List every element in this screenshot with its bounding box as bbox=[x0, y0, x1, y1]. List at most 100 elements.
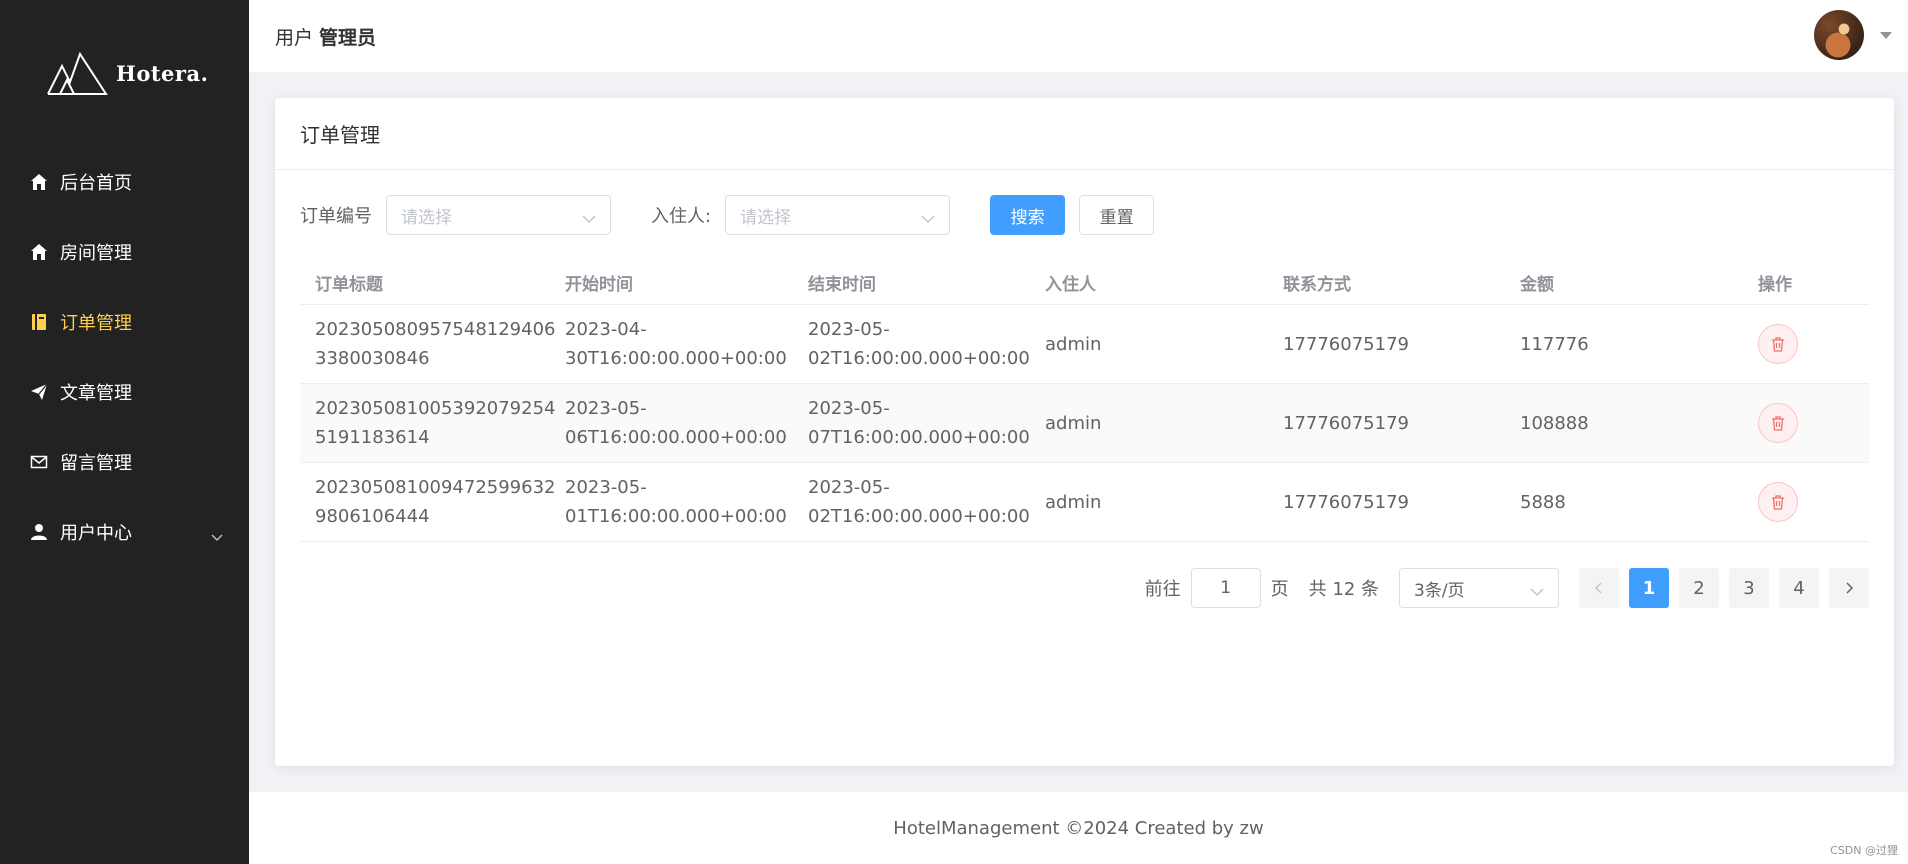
role-prefix: 用户 bbox=[275, 26, 314, 49]
table-row: 202305081005392079254 5191183614 2023-05-… bbox=[300, 384, 1869, 463]
column-header[interactable]: 订单标题 bbox=[300, 270, 550, 295]
chevron-down-icon bbox=[582, 209, 596, 229]
avatar[interactable] bbox=[1814, 10, 1864, 60]
phone-cell: 17776075179 bbox=[1283, 412, 1409, 434]
end-time-cell: 2023-05- 07T16:00:00.000+00:00 bbox=[793, 394, 1030, 452]
mail-icon bbox=[29, 452, 49, 472]
next-page-button[interactable] bbox=[1829, 568, 1869, 608]
table-row: 202305080957548129406 3380030846 2023-04-… bbox=[300, 305, 1869, 384]
start-time-line: 06T16:00:00.000+00:00 bbox=[565, 427, 787, 448]
page-button-2[interactable]: 2 bbox=[1679, 568, 1719, 608]
role-name: 管理员 bbox=[319, 26, 377, 49]
pagination: 前往 1 页 共 12 条 3条/页 1 2 3 4 bbox=[1145, 568, 1869, 608]
chevron-down-icon bbox=[1530, 582, 1544, 602]
actions-cell bbox=[1743, 324, 1869, 364]
orders-table: 订单标题 开始时间 结束时间 入住人 联系方式 金额 操作 2023050809… bbox=[300, 260, 1869, 542]
column-header[interactable]: 开始时间 bbox=[550, 270, 793, 295]
chevron-right-icon bbox=[1846, 582, 1853, 594]
chevron-down-icon bbox=[211, 526, 223, 547]
order-title-line: 5191183614 bbox=[315, 427, 430, 448]
start-time-cell: 2023-05- 06T16:00:00.000+00:00 bbox=[550, 394, 793, 452]
sidebar: Hotera. 后台首页 房间管理 订单管理 文章管理 留言管理 用户中心 bbox=[0, 0, 249, 864]
page-jump-input[interactable]: 1 bbox=[1190, 568, 1261, 608]
caret-down-icon[interactable] bbox=[1880, 32, 1892, 39]
end-time-line: 2023-05- bbox=[808, 398, 890, 419]
order-title-cell: 202305081005392079254 5191183614 bbox=[300, 394, 556, 452]
sidebar-item-messages[interactable]: 留言管理 bbox=[0, 427, 249, 497]
order-no-placeholder: 请选择 bbox=[401, 207, 452, 228]
end-time-line: 2023-05- bbox=[808, 477, 890, 498]
watermark: CSDN @过狸 bbox=[1830, 844, 1898, 857]
orders-card: 订单管理 订单编号 请选择 入住人: 请选择 搜索 重置 订单标题 开始时间 结… bbox=[275, 98, 1894, 766]
guest-select[interactable]: 请选择 bbox=[725, 195, 951, 235]
prev-page-button[interactable] bbox=[1579, 568, 1619, 608]
brand-name: Hotera. bbox=[116, 60, 209, 86]
reset-button[interactable]: 重置 bbox=[1079, 195, 1155, 235]
page-size-value: 3条/页 bbox=[1414, 580, 1465, 601]
start-time-line: 2023-05- bbox=[565, 398, 647, 419]
sidebar-item-user-center[interactable]: 用户中心 bbox=[0, 497, 249, 567]
home-icon bbox=[29, 172, 49, 192]
top-header: 用户 管理员 bbox=[249, 0, 1908, 72]
guest-label: 入住人: bbox=[651, 206, 712, 227]
guest-cell: admin bbox=[1045, 333, 1102, 355]
page-button-3[interactable]: 3 bbox=[1729, 568, 1769, 608]
delete-button[interactable] bbox=[1758, 403, 1798, 443]
search-button[interactable]: 搜索 bbox=[990, 195, 1066, 235]
page-button-4[interactable]: 4 bbox=[1779, 568, 1819, 608]
guest-cell: admin bbox=[1045, 412, 1102, 434]
sidebar-item-rooms[interactable]: 房间管理 bbox=[0, 217, 249, 287]
sidebar-item-label: 文章管理 bbox=[60, 383, 132, 404]
order-no-label: 订单编号 bbox=[300, 206, 372, 227]
order-title-cell: 202305080957548129406 3380030846 bbox=[300, 315, 556, 373]
delete-button[interactable] bbox=[1758, 482, 1798, 522]
column-header[interactable]: 联系方式 bbox=[1268, 270, 1505, 295]
start-time-cell: 2023-04- 30T16:00:00.000+00:00 bbox=[550, 315, 793, 373]
sidebar-item-label: 订单管理 bbox=[60, 313, 132, 334]
start-time-line: 01T16:00:00.000+00:00 bbox=[565, 506, 787, 527]
actions-cell bbox=[1743, 482, 1869, 522]
column-header[interactable]: 结束时间 bbox=[793, 270, 1030, 295]
column-header[interactable]: 入住人 bbox=[1030, 270, 1268, 295]
phone-cell: 17776075179 bbox=[1283, 333, 1409, 355]
home-icon bbox=[29, 242, 49, 262]
chevron-down-icon bbox=[921, 209, 935, 229]
amount-cell: 5888 bbox=[1520, 491, 1566, 513]
start-time-line: 2023-05- bbox=[565, 477, 647, 498]
sidebar-item-label: 房间管理 bbox=[60, 243, 132, 264]
trash-icon bbox=[1772, 495, 1784, 510]
order-title-line: 202305081005392079254 bbox=[315, 398, 556, 419]
user-icon bbox=[29, 522, 49, 542]
notebook-icon bbox=[29, 312, 49, 332]
order-title-line: 202305080957548129406 bbox=[315, 319, 556, 340]
sidebar-item-label: 留言管理 bbox=[60, 453, 132, 474]
end-time-line: 07T16:00:00.000+00:00 bbox=[808, 427, 1030, 448]
total-count: 共 12 条 bbox=[1308, 579, 1379, 600]
sidebar-item-articles[interactable]: 文章管理 bbox=[0, 357, 249, 427]
amount-cell: 108888 bbox=[1520, 412, 1589, 434]
table-header: 订单标题 开始时间 结束时间 入住人 联系方式 金额 操作 bbox=[300, 260, 1869, 305]
sidebar-item-label: 用户中心 bbox=[60, 523, 132, 544]
user-role: 用户 管理员 bbox=[275, 23, 376, 50]
trash-icon bbox=[1772, 337, 1784, 352]
footer: HotelManagement ©2024 Created by zw bbox=[249, 792, 1908, 864]
column-header[interactable]: 金额 bbox=[1505, 270, 1743, 295]
start-time-line: 2023-04- bbox=[565, 319, 647, 340]
start-time-cell: 2023-05- 01T16:00:00.000+00:00 bbox=[550, 473, 793, 531]
sidebar-item-dashboard[interactable]: 后台首页 bbox=[0, 147, 249, 217]
end-time-line: 2023-05- bbox=[808, 319, 890, 340]
page-size-select[interactable]: 3条/页 bbox=[1399, 568, 1559, 608]
phone-cell: 17776075179 bbox=[1283, 491, 1409, 513]
footer-text: HotelManagement ©2024 Created by zw bbox=[893, 817, 1264, 839]
filter-bar: 订单编号 请选择 入住人: 请选择 搜索 重置 bbox=[300, 195, 1155, 235]
sidebar-item-label: 后台首页 bbox=[60, 173, 132, 194]
guest-placeholder: 请选择 bbox=[740, 207, 792, 228]
delete-button[interactable] bbox=[1758, 324, 1798, 364]
amount-cell: 117776 bbox=[1520, 333, 1589, 355]
page-button-1[interactable]: 1 bbox=[1629, 568, 1669, 608]
order-no-select[interactable]: 请选择 bbox=[386, 195, 611, 235]
column-header[interactable]: 操作 bbox=[1743, 270, 1869, 295]
order-title-line: 3380030846 bbox=[315, 348, 430, 369]
brand-logo[interactable]: Hotera. bbox=[46, 48, 208, 98]
sidebar-item-orders[interactable]: 订单管理 bbox=[0, 287, 249, 357]
